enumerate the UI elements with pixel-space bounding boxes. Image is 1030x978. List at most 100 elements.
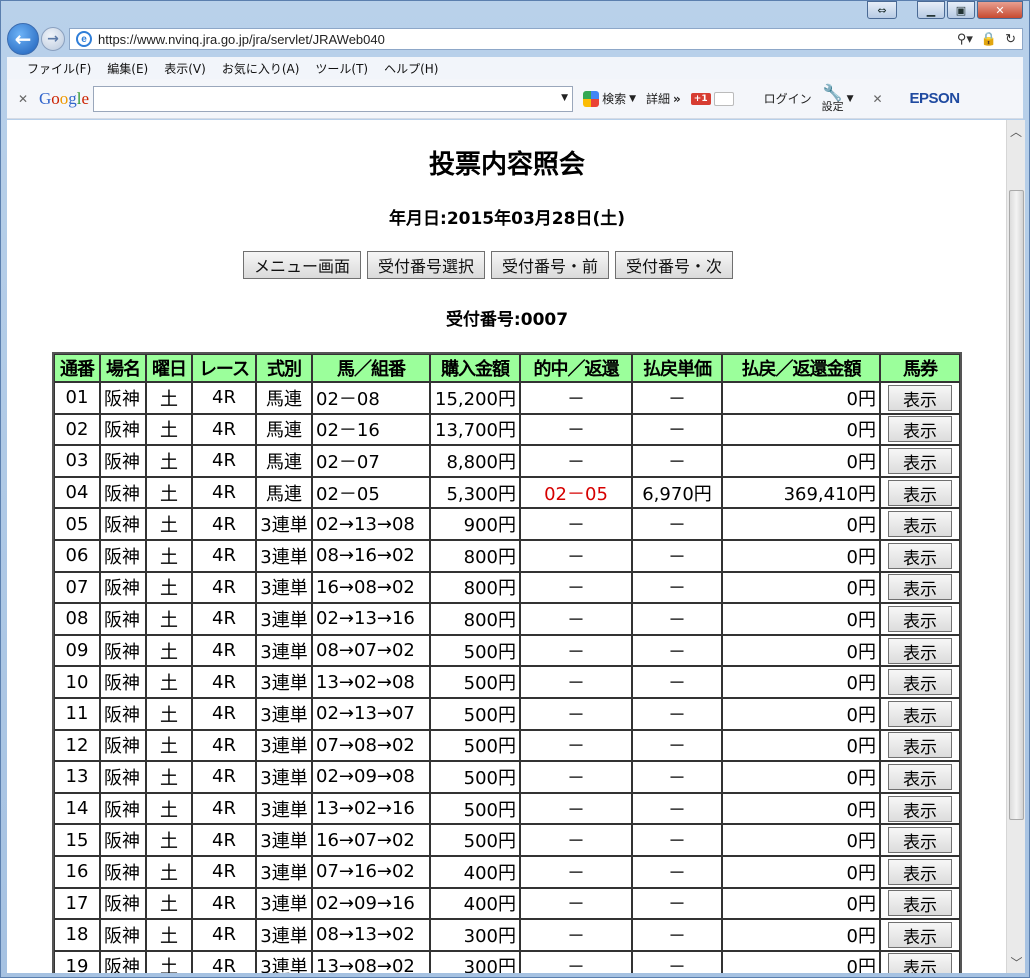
receipt-next-button[interactable]: 受付番号・次 (615, 251, 734, 279)
more-label: » (673, 91, 681, 106)
receipt-select-button[interactable]: 受付番号選択 (367, 251, 486, 279)
purchase-amount-cell: 500円 (430, 792, 520, 825)
venue-cell: 阪神 (100, 887, 146, 920)
google-g-icon (583, 90, 600, 107)
scroll-thumb[interactable] (1009, 190, 1024, 820)
serial-number-cell: 12 (54, 729, 100, 762)
table-row: 01 阪神土 4R 馬連 02－08 15,200円－－ 0円 表示 (54, 382, 960, 414)
show-ticket-button[interactable]: 表示 (888, 827, 952, 854)
epson-logo[interactable]: EPSON (910, 90, 961, 107)
show-ticket-button[interactable]: 表示 (888, 447, 952, 474)
menu-edit[interactable]: 編集(E) (107, 60, 148, 77)
purchase-amount-cell: 8,800円 (430, 445, 520, 477)
menu-file[interactable]: ファイル(F) (27, 60, 91, 77)
payout-amount-cell: 369,410円 (722, 476, 880, 509)
details-button[interactable]: 詳細 » (646, 90, 681, 107)
show-ticket-button[interactable]: 表示 (888, 953, 952, 973)
show-ticket-button[interactable]: 表示 (888, 511, 952, 538)
menu-help[interactable]: ヘルプ(H) (384, 60, 438, 77)
table-row: 06 阪神土 4R 3連単 08→16→02 800円－－ 0円 表示 (54, 539, 960, 572)
payout-unit-cell: 6,970円 (632, 476, 722, 509)
menu-favorites[interactable]: お気に入り(A) (222, 60, 300, 77)
bet-type-cell: 3連単 (256, 761, 312, 793)
purchase-amount-cell: 900円 (430, 508, 520, 540)
search-icon[interactable]: ⚲▾ (957, 31, 973, 47)
serial-number-cell: 06 (54, 539, 100, 572)
show-ticket-button[interactable]: 表示 (888, 479, 952, 506)
google-search-button[interactable]: 検索 ▼ (583, 90, 636, 107)
show-ticket-button[interactable]: 表示 (888, 732, 952, 759)
show-ticket-button[interactable]: 表示 (888, 921, 952, 948)
lock-icon[interactable]: 🔒 (981, 31, 997, 47)
race-cell: 4R (192, 887, 256, 920)
close-epson-toolbar-icon[interactable]: ✕ (868, 92, 888, 106)
show-ticket-button[interactable]: 表示 (888, 669, 952, 696)
show-ticket-button[interactable]: 表示 (888, 858, 952, 885)
venue-cell: 阪神 (100, 476, 146, 509)
bet-type-cell: 3連単 (256, 571, 312, 604)
race-cell: 4R (192, 950, 256, 973)
url-text: https://www.nvinq.jra.go.jp/jra/servlet/… (98, 31, 385, 47)
address-bar[interactable]: e https://www.nvinq.jra.go.jp/jra/servle… (69, 28, 1023, 50)
back-button[interactable]: ← (7, 23, 39, 55)
horse-combination-cell: 02－08 (312, 382, 430, 414)
chevron-down-icon: ▼ (846, 93, 854, 104)
venue-cell: 阪神 (100, 824, 146, 856)
table-row: 09 阪神土 4R 3連単 08→07→02 500円－－ 0円 表示 (54, 634, 960, 667)
venue-cell: 阪神 (100, 603, 146, 635)
race-cell: 4R (192, 539, 256, 572)
payout-unit-cell: － (632, 413, 722, 446)
purchase-amount-cell: 500円 (430, 824, 520, 856)
show-ticket-button[interactable]: 表示 (888, 384, 952, 411)
resize-arrows-icon[interactable]: ⇔ (867, 1, 897, 19)
vertical-scrollbar[interactable]: ︿ ﹀ (1006, 120, 1025, 973)
menu-tools[interactable]: ツール(T) (315, 60, 368, 77)
race-cell: 4R (192, 603, 256, 635)
show-ticket-button[interactable]: 表示 (888, 605, 952, 632)
show-ticket-button[interactable]: 表示 (888, 542, 952, 569)
show-ticket-button[interactable]: 表示 (888, 890, 952, 917)
weekday-cell: 土 (146, 508, 192, 540)
show-ticket-button[interactable]: 表示 (888, 637, 952, 664)
hit-refund-cell: － (520, 919, 632, 951)
payout-amount-cell: 0円 (722, 919, 880, 951)
serial-number-cell: 17 (54, 887, 100, 920)
table-row: 16 阪神土 4R 3連単 07→16→02 400円－－ 0円 表示 (54, 855, 960, 888)
ticket-cell: 表示 (880, 413, 960, 446)
serial-number-cell: 16 (54, 855, 100, 888)
payout-amount-cell: 0円 (722, 729, 880, 762)
show-ticket-button[interactable]: 表示 (888, 700, 952, 727)
forward-button[interactable]: → (41, 27, 65, 51)
weekday-cell: 土 (146, 539, 192, 572)
scroll-down-icon[interactable]: ﹀ (1007, 951, 1026, 973)
menu-view[interactable]: 表示(V) (164, 60, 206, 77)
address-row: ← → e https://www.nvinq.jra.go.jp/jra/se… (7, 23, 1023, 55)
show-ticket-button[interactable]: 表示 (888, 574, 952, 601)
minimize-button[interactable]: ▁ (917, 1, 945, 19)
payout-unit-cell: － (632, 761, 722, 793)
gplus-button[interactable]: +1 (690, 91, 734, 106)
login-button[interactable]: ログイン (764, 90, 812, 107)
menu-screen-button[interactable]: メニュー画面 (243, 251, 362, 279)
ticket-cell: 表示 (880, 603, 960, 635)
bet-type-cell: 3連単 (256, 887, 312, 920)
refresh-icon[interactable]: ↻ (1005, 31, 1016, 47)
ticket-cell: 表示 (880, 729, 960, 762)
close-toolbar-icon[interactable]: ✕ (13, 92, 33, 106)
show-ticket-button[interactable]: 表示 (888, 763, 952, 790)
receipt-prev-button[interactable]: 受付番号・前 (491, 251, 610, 279)
table-row: 03 阪神土 4R 馬連 02－07 8,800円－－ 0円 表示 (54, 445, 960, 477)
chevron-down-icon[interactable]: ▼ (561, 93, 568, 103)
menu-bar: ファイル(F) 編集(E) 表示(V) お気に入り(A) ツール(T) ヘルプ(… (7, 57, 1023, 79)
bet-type-cell: 馬連 (256, 476, 312, 509)
settings-button[interactable]: 🔧 設定 ▼ (822, 85, 854, 113)
maximize-button[interactable]: ▣ (947, 1, 975, 19)
scroll-up-icon[interactable]: ︿ (1007, 120, 1025, 142)
show-ticket-button[interactable]: 表示 (888, 795, 952, 822)
hit-refund-cell: － (520, 413, 632, 446)
show-ticket-button[interactable]: 表示 (888, 416, 952, 443)
google-search-input[interactable]: ▼ (93, 85, 574, 112)
venue-cell: 阪神 (100, 508, 146, 540)
window-caption-buttons: ⇔ ▁ ▣ ✕ (867, 1, 1023, 19)
close-button[interactable]: ✕ (977, 1, 1023, 19)
